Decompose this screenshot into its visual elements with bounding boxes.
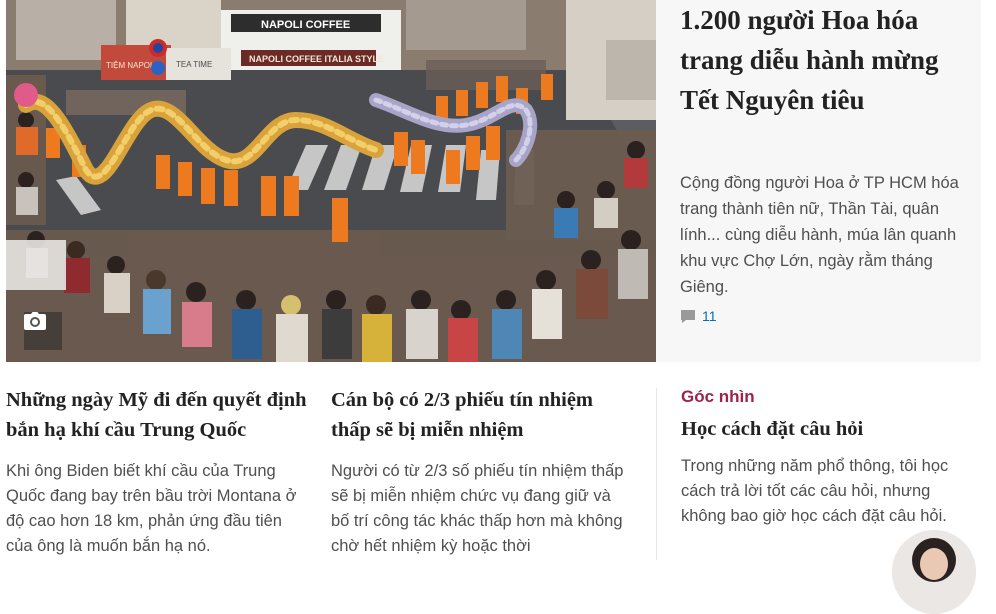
hero-photo[interactable]: NAPOLI COFFEE NAPOLI COFFEE ITALIA STYLE… bbox=[6, 0, 656, 362]
comment-link[interactable]: 11 bbox=[680, 308, 717, 324]
hero-text-panel: 1.200 người Hoa hóa trang diễu hành mừng… bbox=[656, 0, 981, 362]
hero-description: Cộng đồng người Hoa ở TP HCM hóa trang t… bbox=[680, 174, 959, 296]
opinion-title[interactable]: Học cách đặt câu hỏi bbox=[681, 414, 976, 444]
article-description: Khi ông Biden biết khí cầu của Trung Quố… bbox=[6, 462, 297, 555]
festival-street-scene: NAPOLI COFFEE NAPOLI COFFEE ITALIA STYLE… bbox=[6, 0, 656, 362]
gallery-button[interactable] bbox=[24, 312, 62, 350]
opinion-description: Trong những năm phổ thông, tôi học cách … bbox=[681, 457, 949, 525]
cafe-sign: NAPOLI COFFEE bbox=[261, 19, 350, 31]
opinion-card: Góc nhìn Học cách đặt câu hỏi Trong nhữn… bbox=[681, 386, 976, 529]
camera-icon bbox=[24, 312, 46, 330]
article-title[interactable]: Những ngày Mỹ đi đến quyết định bắn hạ k… bbox=[6, 385, 311, 445]
cafe-awning-sign: NAPOLI COFFEE ITALIA STYLE bbox=[249, 54, 384, 64]
shop-sign: TIỆM NAPOLI bbox=[106, 61, 157, 70]
article-description: Người có từ 2/3 số phiếu tín nhiệm thấp … bbox=[331, 462, 624, 555]
tea-awning-sign: TEA TIME bbox=[176, 60, 212, 69]
comment-icon bbox=[681, 309, 695, 323]
column-divider bbox=[656, 388, 657, 560]
article-title[interactable]: Cán bộ có 2/3 phiếu tín nhiệm thấp sẽ bị… bbox=[331, 385, 631, 445]
author-photo bbox=[892, 530, 976, 614]
article-card: Những ngày Mỹ đi đến quyết định bắn hạ k… bbox=[6, 385, 311, 559]
article-card: Cán bộ có 2/3 phiếu tín nhiệm thấp sẽ bị… bbox=[331, 385, 631, 559]
opinion-kicker[interactable]: Góc nhìn bbox=[681, 386, 976, 408]
author-avatar[interactable] bbox=[892, 530, 976, 614]
hero-title[interactable]: 1.200 người Hoa hóa trang diễu hành mừng… bbox=[680, 0, 970, 120]
comment-count[interactable]: 11 bbox=[702, 308, 717, 324]
